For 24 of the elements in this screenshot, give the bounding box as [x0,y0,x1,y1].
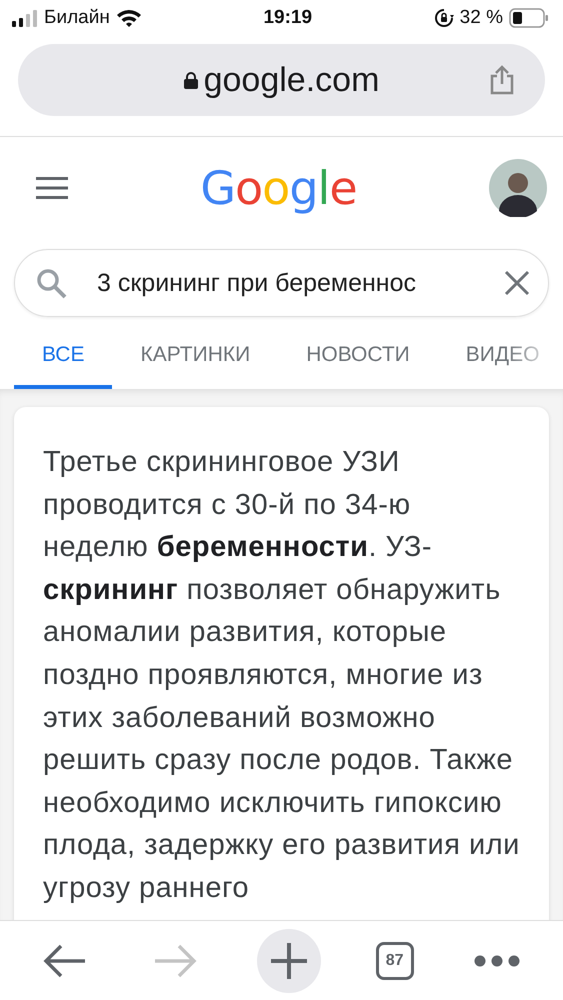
tab[interactable]: НОВОСТИ [278,329,438,389]
tab-count-button[interactable]: 87 [376,942,414,980]
carrier-name: Билайн [44,7,110,29]
search-icon [35,267,67,299]
tab[interactable]: ВИДЕО [438,329,563,389]
rotation-lock-icon [434,8,454,28]
search-field[interactable]: 3 скрининг при беременнос [14,249,549,317]
share-icon[interactable] [489,65,515,95]
logo: Google [200,161,357,215]
tab[interactable]: КАРТИНКИ [112,329,278,389]
lock-icon [184,72,198,88]
avatar[interactable] [488,159,547,217]
battery-icon [508,8,549,28]
url-text: google.com [204,60,380,100]
wifi-icon [116,8,142,28]
battery-percent: 32 % [460,7,503,29]
close-icon[interactable] [504,270,530,296]
address-bar[interactable]: google.com [18,44,545,116]
plus-icon [269,940,310,980]
menu-icon[interactable] [36,177,68,199]
signal-icon [12,9,38,27]
clock-time: 19:19 [263,7,312,29]
answer-text: Третье скрининговое УЗИ проводится с 30-й по 34-ю неделю беременности. УЗ-скрининг позволяет обнаружить аномалии развития, которые поздно проявляются, многие из этих заболеваний возможно решить сразу после родов. Также необходимо исключить гипоксию плода, задержку его развития или угрозу раннего [43,445,521,906]
more-icon [474,954,520,966]
